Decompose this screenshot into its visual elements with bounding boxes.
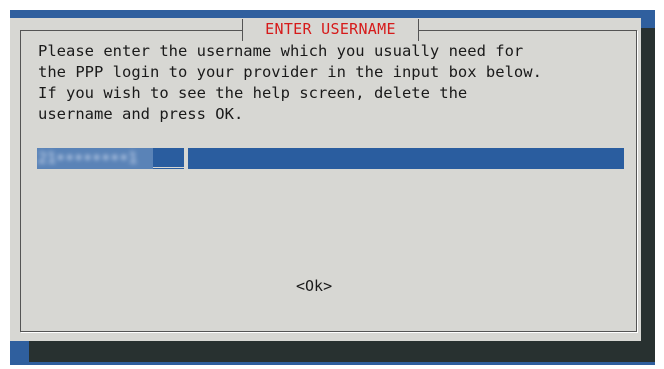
message-line: Please enter the username which you usua… xyxy=(38,42,524,60)
username-value: 21••••••••1 xyxy=(37,148,153,169)
username-input[interactable]: 21••••••••1 xyxy=(37,148,624,169)
message-line: If you wish to see the help screen, dele… xyxy=(38,84,468,102)
message-line: username and press OK. xyxy=(38,105,244,123)
dialog-title: ENTER USERNAME xyxy=(265,20,396,38)
dialog-message: Please enter the username which you usua… xyxy=(38,41,638,125)
message-line: the PPP login to your provider in the in… xyxy=(38,63,542,81)
input-underline xyxy=(153,167,184,168)
dialog-title-box: ENTER USERNAME xyxy=(242,19,419,41)
username-text: 21••••••••1 xyxy=(38,149,138,167)
terminal-screen: ENTER USERNAME Please enter the username… xyxy=(0,0,664,369)
ok-button[interactable]: <Ok> xyxy=(296,276,332,296)
text-cursor xyxy=(184,148,188,169)
